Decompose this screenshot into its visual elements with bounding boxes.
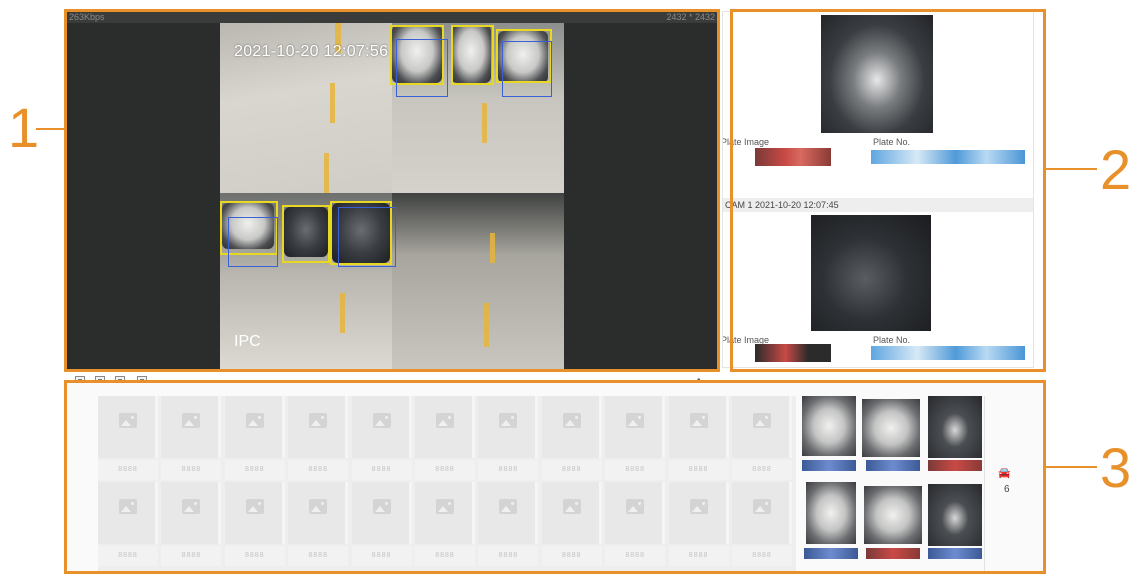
callout-frame-1 <box>64 9 720 372</box>
callout-number-3: 3 <box>1100 436 1132 499</box>
callout-number-1: 1 <box>8 96 40 159</box>
callout-number-2: 2 <box>1100 138 1132 201</box>
callout-frame-3 <box>64 380 1046 574</box>
callout-frame-2 <box>730 9 1046 372</box>
callout-line-1 <box>36 128 66 130</box>
callout-line-3 <box>1045 466 1097 468</box>
callout-line-2 <box>1045 168 1097 170</box>
